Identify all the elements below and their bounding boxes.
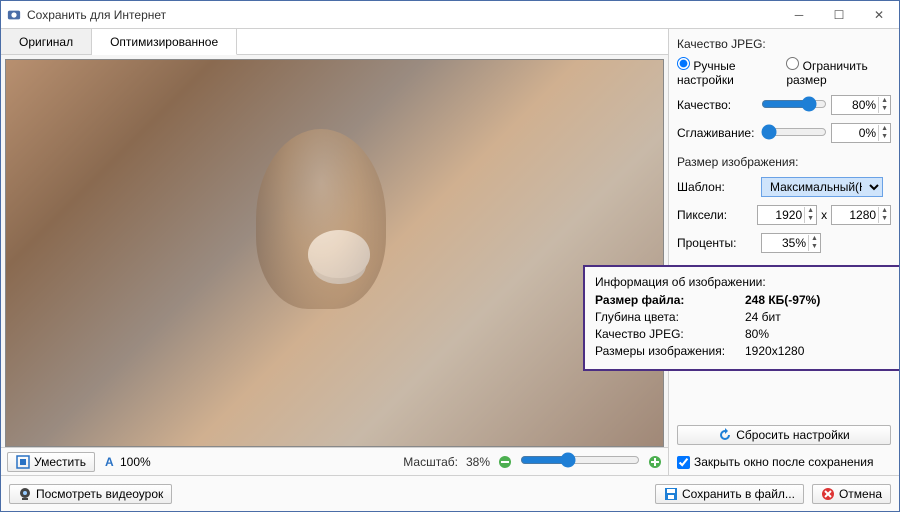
info-jpegq-label: Качество JPEG: (595, 327, 745, 341)
window-title: Сохранить для Интернет (27, 8, 166, 22)
app-icon (7, 8, 21, 22)
quality-spinner[interactable]: ▲▼ (831, 95, 891, 115)
minimize-button[interactable]: ─ (779, 1, 819, 29)
info-jpegq-value: 80% (745, 327, 769, 341)
fit-label: Уместить (34, 455, 86, 469)
tutorial-button[interactable]: Посмотреть видеоурок (9, 484, 172, 504)
percent-label: Проценты: (677, 236, 757, 250)
save-icon (664, 487, 678, 501)
template-label: Шаблон: (677, 180, 757, 194)
preview-pane: Оригинал Оптимизированное Уместить A 100… (1, 29, 669, 475)
close-after-checkbox[interactable]: Закрыть окно после сохранения (677, 455, 891, 469)
scale-value: 38% (466, 455, 490, 469)
width-spinner[interactable]: ▲▼ (757, 205, 817, 225)
info-filesize-label: Размер файла: (595, 293, 745, 307)
zoom-out-icon[interactable] (498, 455, 512, 469)
save-button[interactable]: Сохранить в файл... (655, 484, 804, 504)
zoom-in-icon[interactable] (648, 455, 662, 469)
info-dims-label: Размеры изображения: (595, 344, 745, 358)
preview-toolbar: Уместить A 100% Масштаб: 38% (1, 447, 668, 475)
jpeg-section-title: Качество JPEG: (677, 37, 891, 51)
titlebar: Сохранить для Интернет ─ ☐ ✕ (1, 1, 899, 29)
webcam-icon (18, 487, 32, 501)
info-depth-value: 24 бит (745, 310, 781, 324)
info-depth-label: Глубина цвета: (595, 310, 745, 324)
quality-label: Качество: (677, 98, 757, 112)
cancel-button[interactable]: Отмена (812, 484, 891, 504)
radio-manual[interactable]: Ручные настройки (677, 57, 776, 87)
settings-panel: Качество JPEG: Ручные настройки Ограничи… (669, 29, 899, 475)
info-dims-value: 1920x1280 (745, 344, 804, 358)
pixels-x: x (821, 208, 827, 222)
cancel-icon (821, 487, 835, 501)
smooth-slider[interactable] (761, 124, 827, 140)
maximize-button[interactable]: ☐ (819, 1, 859, 29)
reset-icon (718, 428, 732, 442)
reset-button[interactable]: Сбросить настройки (677, 425, 891, 445)
percent-spinner[interactable]: ▲▼ (761, 233, 821, 253)
pixels-label: Пиксели: (677, 208, 753, 222)
image-info-box: Информация об изображении: Размер файла:… (583, 265, 899, 371)
svg-text:A: A (105, 455, 114, 469)
quality-slider[interactable] (761, 96, 827, 112)
tab-original[interactable]: Оригинал (1, 29, 92, 54)
info-filesize-value: 248 КБ(-97%) (745, 293, 820, 307)
tab-optimized[interactable]: Оптимизированное (92, 29, 237, 55)
chevron-up-icon[interactable]: ▲ (879, 97, 890, 105)
image-preview[interactable] (5, 59, 664, 447)
zoom-100-label: 100% (120, 455, 151, 469)
close-button[interactable]: ✕ (859, 1, 899, 29)
height-spinner[interactable]: ▲▼ (831, 205, 891, 225)
zoom-100-button[interactable]: A 100% (103, 455, 151, 469)
chevron-down-icon[interactable]: ▼ (879, 105, 890, 113)
template-select[interactable]: Максимальный(HD) (761, 177, 883, 197)
size-section-title: Размер изображения: (677, 155, 891, 169)
scale-label: Масштаб: (403, 455, 458, 469)
preview-tabs: Оригинал Оптимизированное (1, 29, 668, 55)
fit-icon (16, 455, 30, 469)
info-header: Информация об изображении: (595, 275, 891, 289)
smooth-spinner[interactable]: ▲▼ (831, 123, 891, 143)
smooth-label: Сглаживание: (677, 126, 757, 140)
radio-limit-size[interactable]: Ограничить размер (786, 57, 891, 87)
letter-a-icon: A (103, 455, 117, 469)
zoom-slider[interactable] (520, 452, 640, 468)
bottom-bar: Посмотреть видеоурок Сохранить в файл...… (1, 475, 899, 511)
fit-button[interactable]: Уместить (7, 452, 95, 472)
